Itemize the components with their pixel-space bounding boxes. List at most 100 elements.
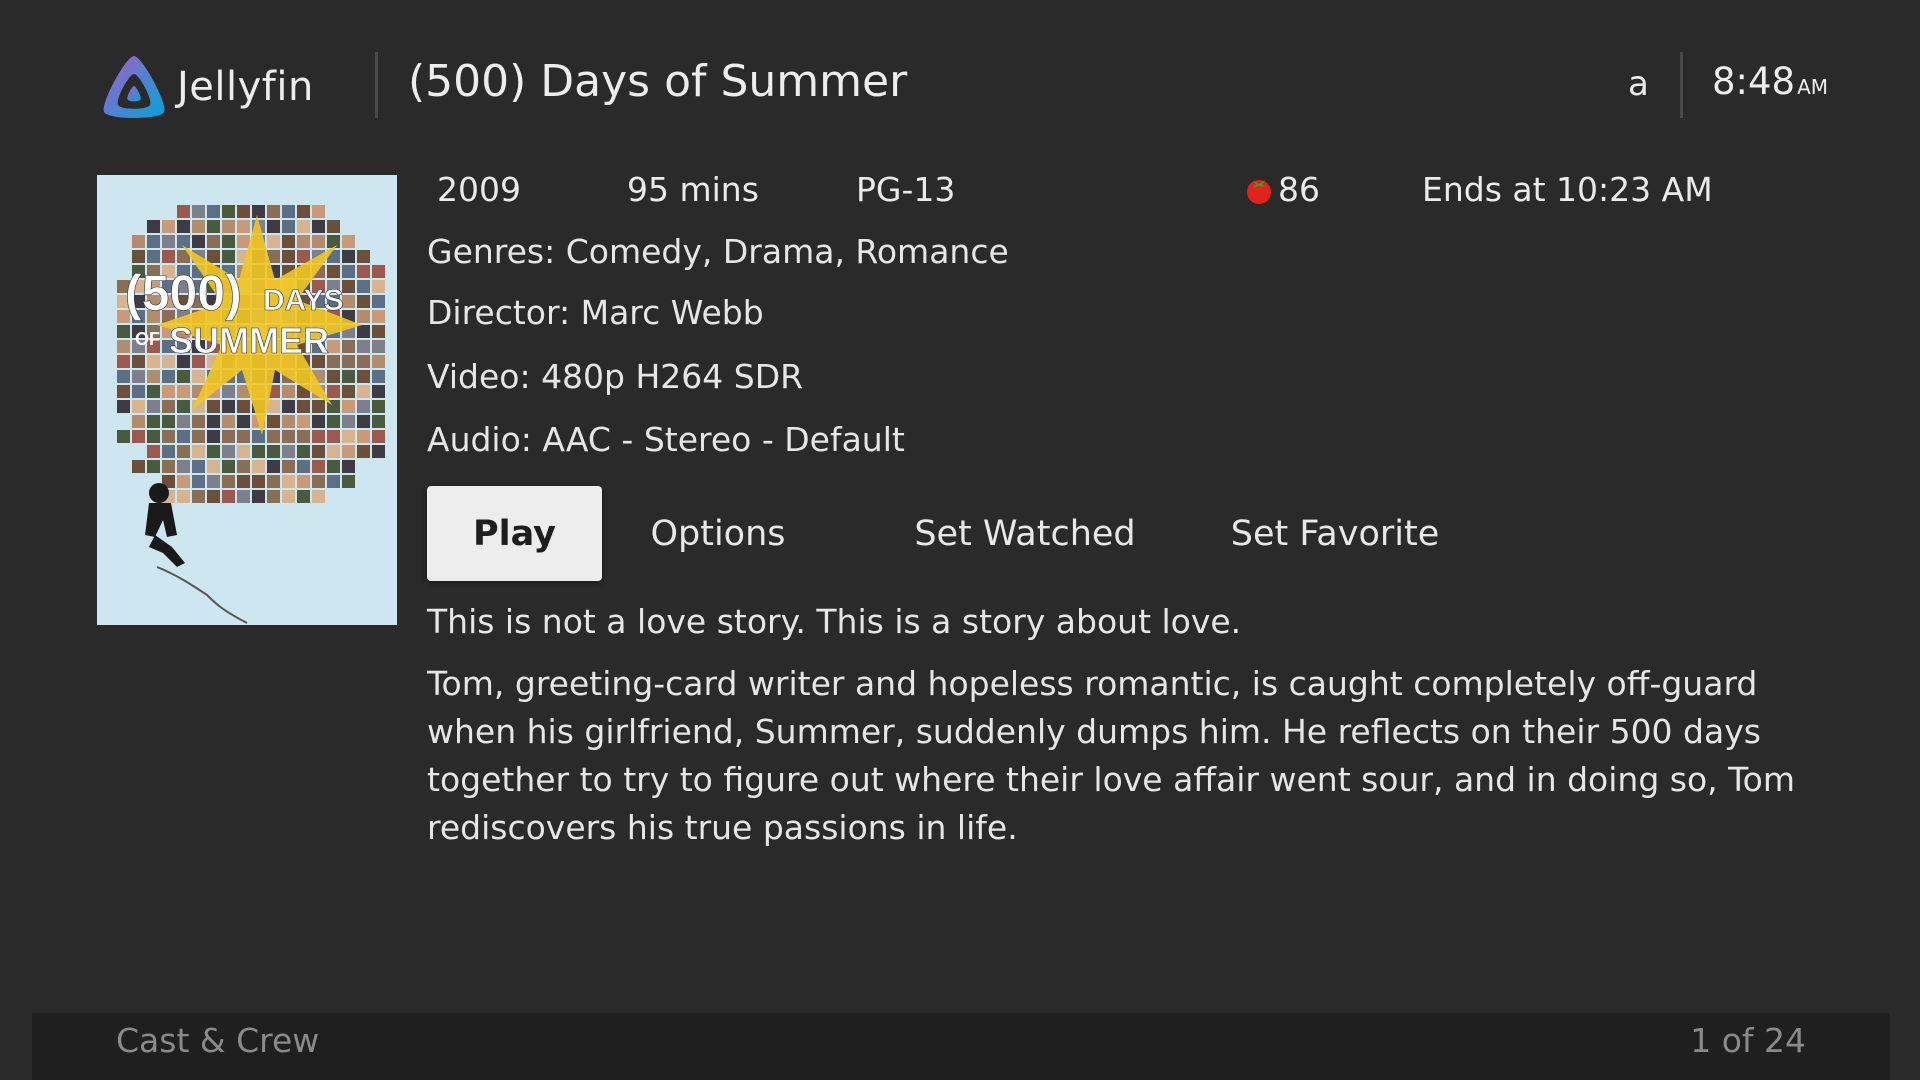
collage-tile xyxy=(207,490,220,503)
collage-tile xyxy=(312,220,325,233)
collage-tile xyxy=(357,250,370,263)
collage-tile xyxy=(222,235,235,248)
collage-tile xyxy=(372,325,385,338)
collage-tile xyxy=(147,235,160,248)
collage-tile xyxy=(252,490,265,503)
collage-tile xyxy=(207,220,220,233)
collage-tile xyxy=(177,475,190,488)
user-name: a xyxy=(1628,64,1649,104)
collage-tile xyxy=(177,370,190,383)
collage-tile xyxy=(252,430,265,443)
play-button[interactable]: Play xyxy=(427,486,602,581)
clock-ampm: AM xyxy=(1797,75,1829,99)
collage-tile xyxy=(297,430,310,443)
collage-tile xyxy=(162,385,175,398)
cast-crew-bar[interactable]: Cast & Crew 1 of 24 xyxy=(32,1013,1890,1080)
collage-tile xyxy=(342,340,355,353)
collage-tile xyxy=(342,460,355,473)
cast-crew-label: Cast & Crew xyxy=(116,1021,320,1060)
collage-tile xyxy=(162,400,175,413)
collage-tile xyxy=(372,280,385,293)
header-divider xyxy=(375,52,378,118)
director: Director: Marc Webb xyxy=(427,293,764,332)
jellyfin-logo-icon xyxy=(103,56,165,118)
collage-tile xyxy=(372,340,385,353)
svg-text:DAYS: DAYS xyxy=(263,284,344,317)
collage-tile xyxy=(297,235,310,248)
collage-tile xyxy=(117,340,130,353)
item-counter: 1 of 24 xyxy=(1690,1021,1806,1060)
collage-tile xyxy=(357,400,370,413)
collage-tile xyxy=(222,475,235,488)
collage-tile xyxy=(297,415,310,428)
collage-tile xyxy=(357,280,370,293)
collage-tile xyxy=(282,250,295,263)
collage-tile xyxy=(192,490,205,503)
collage-tile xyxy=(207,460,220,473)
set-favorite-button[interactable]: Set Favorite xyxy=(1215,486,1455,581)
tagline: This is not a love story. This is a stor… xyxy=(427,602,1242,641)
collage-tile xyxy=(372,430,385,443)
collage-tile xyxy=(357,325,370,338)
collage-tile xyxy=(267,235,280,248)
collage-tile xyxy=(222,400,235,413)
movie-poster: (500) DAYS OF SUMMER xyxy=(97,175,397,625)
collage-tile xyxy=(297,205,310,218)
collage-tile xyxy=(177,220,190,233)
collage-tile xyxy=(222,205,235,218)
collage-tile xyxy=(267,445,280,458)
collage-tile xyxy=(147,400,160,413)
collage-tile xyxy=(372,310,385,323)
collage-tile xyxy=(357,340,370,353)
collage-tile xyxy=(132,355,145,368)
collage-tile xyxy=(297,250,310,263)
collage-tile xyxy=(312,415,325,428)
collage-tile xyxy=(342,235,355,248)
collage-tile xyxy=(117,370,130,383)
collage-tile xyxy=(267,205,280,218)
collage-tile xyxy=(177,460,190,473)
collage-tile xyxy=(132,235,145,248)
collage-tile xyxy=(147,220,160,233)
collage-tile xyxy=(192,430,205,443)
collage-tile xyxy=(237,490,250,503)
collage-tile xyxy=(117,430,130,443)
genres: Genres: Comedy, Drama, Romance xyxy=(427,232,1009,271)
collage-tile xyxy=(162,445,175,458)
collage-tile xyxy=(177,205,190,218)
collage-tile xyxy=(237,430,250,443)
collage-tile xyxy=(267,430,280,443)
collage-tile xyxy=(207,400,220,413)
collage-tile xyxy=(132,460,145,473)
collage-tile xyxy=(342,445,355,458)
collage-tile xyxy=(312,475,325,488)
collage-tile xyxy=(207,430,220,443)
collage-tile xyxy=(192,235,205,248)
collage-tile xyxy=(132,250,145,263)
collage-tile xyxy=(192,370,205,383)
collage-tile xyxy=(297,460,310,473)
collage-tile xyxy=(162,235,175,248)
collage-tile xyxy=(372,415,385,428)
collage-tile xyxy=(147,355,160,368)
collage-tile xyxy=(222,220,235,233)
collage-tile xyxy=(327,445,340,458)
critic-score: 86 xyxy=(1278,170,1320,209)
clock: 8:48 AM xyxy=(1712,60,1828,103)
options-button[interactable]: Options xyxy=(630,486,806,581)
collage-tile xyxy=(357,370,370,383)
collage-tile xyxy=(342,400,355,413)
collage-tile xyxy=(207,415,220,428)
collage-tile xyxy=(162,415,175,428)
collage-tile xyxy=(237,445,250,458)
collage-tile xyxy=(192,220,205,233)
collage-tile xyxy=(357,310,370,323)
collage-tile xyxy=(282,460,295,473)
collage-tile xyxy=(342,385,355,398)
collage-tile xyxy=(357,430,370,443)
collage-tile xyxy=(342,280,355,293)
collage-tile xyxy=(222,460,235,473)
collage-tile xyxy=(297,475,310,488)
collage-tile xyxy=(177,445,190,458)
set-watched-button[interactable]: Set Watched xyxy=(890,486,1160,581)
